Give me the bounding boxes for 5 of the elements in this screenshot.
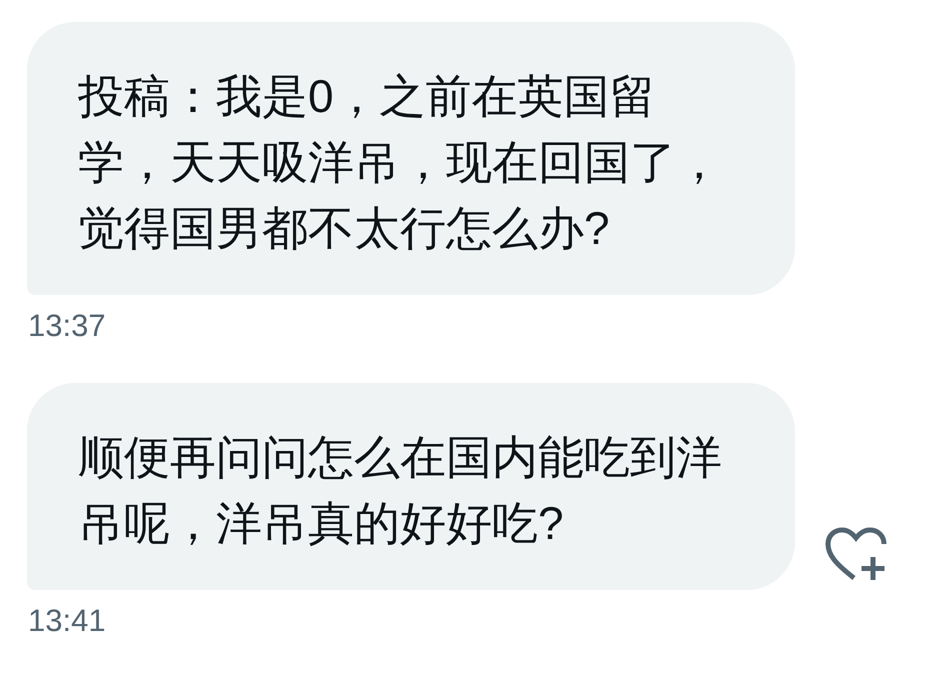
message-time: 13:37: [28, 308, 106, 344]
message-text: 顺便再问问怎么在国内能吃到洋吊呢，洋吊真的好好吃?: [78, 430, 723, 551]
message-text: 投稿：我是0，之前在英国留学，天天吸洋吊，现在回国了，觉得国男都不太行怎么办?: [78, 69, 723, 256]
message-time: 13:41: [28, 603, 106, 639]
heart-plus-icon[interactable]: [825, 527, 887, 582]
